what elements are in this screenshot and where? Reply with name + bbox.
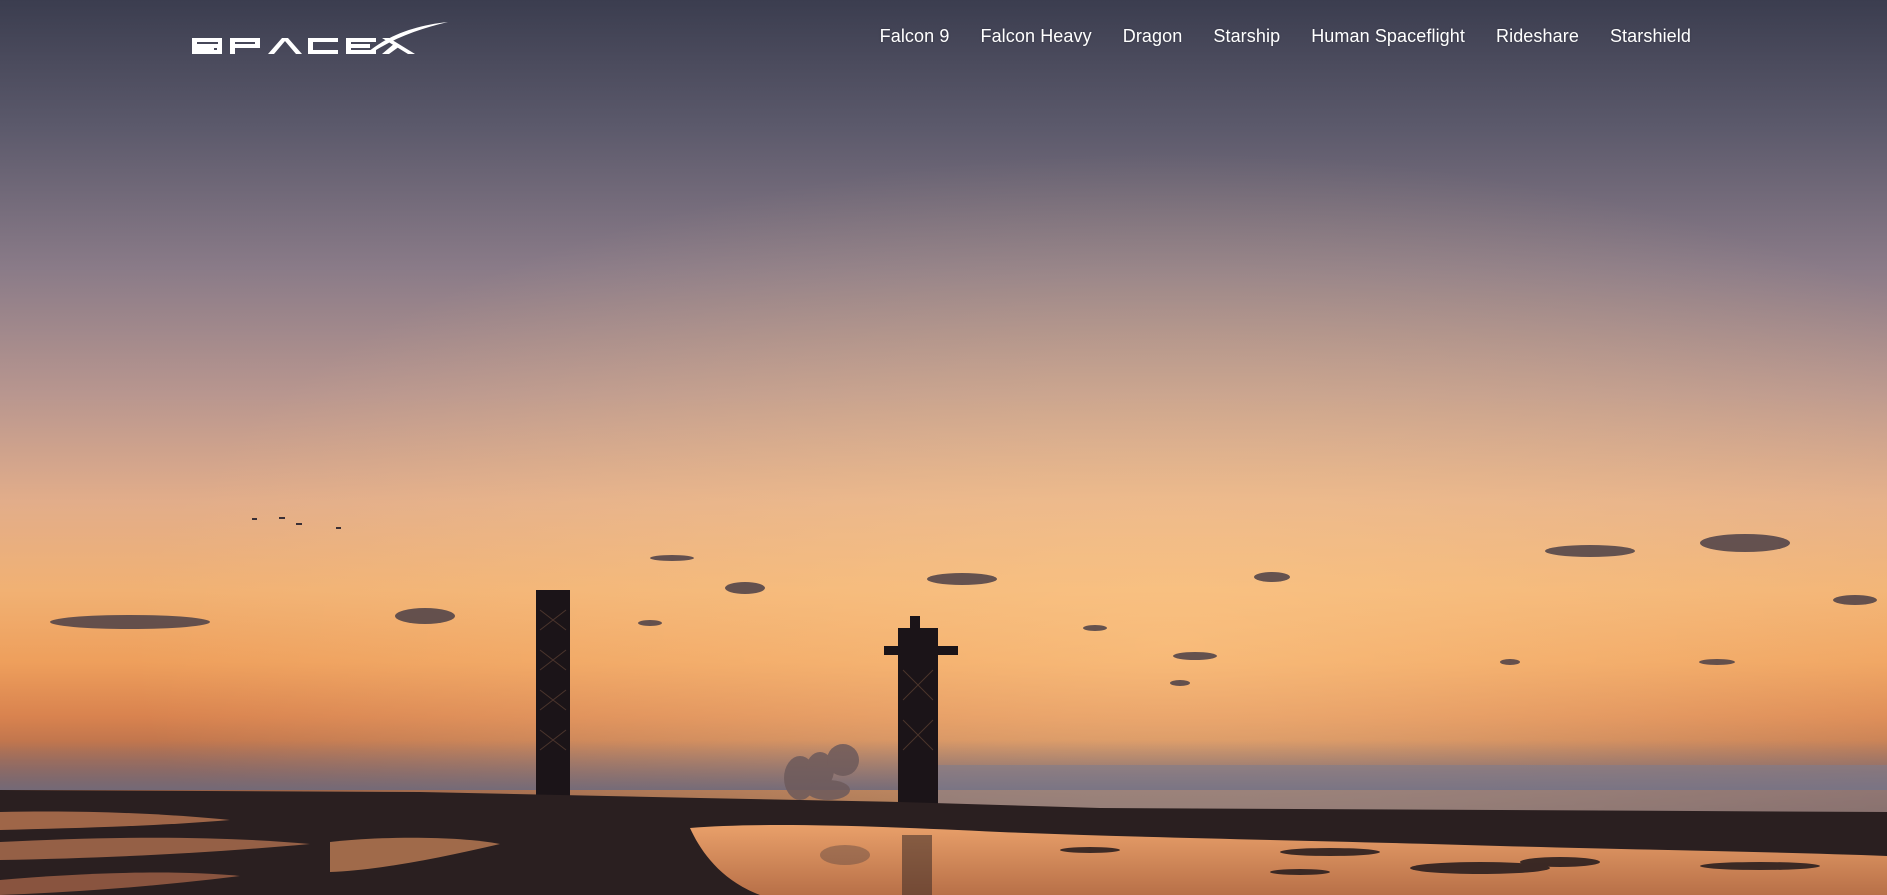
spacex-logo-wordmark-icon	[192, 22, 448, 54]
nav-item-rideshare[interactable]: Rideshare	[1496, 26, 1579, 47]
spacex-logo[interactable]	[190, 22, 450, 62]
nav-item-human-spaceflight[interactable]: Human Spaceflight	[1311, 26, 1465, 47]
nav-item-starship[interactable]: Starship	[1213, 26, 1280, 47]
nav-item-starshield[interactable]: Starshield	[1610, 26, 1691, 47]
nav-item-falcon-heavy[interactable]: Falcon Heavy	[980, 26, 1091, 47]
main-nav: Falcon 9 Falcon Heavy Dragon Starship Hu…	[880, 26, 1691, 47]
hero-background-video[interactable]	[0, 0, 1887, 895]
nav-item-dragon[interactable]: Dragon	[1123, 26, 1183, 47]
site-header: Falcon 9 Falcon Heavy Dragon Starship Hu…	[0, 0, 1887, 80]
hero-section: Falcon 9 Falcon Heavy Dragon Starship Hu…	[0, 0, 1887, 895]
nav-item-falcon-9[interactable]: Falcon 9	[880, 26, 950, 47]
